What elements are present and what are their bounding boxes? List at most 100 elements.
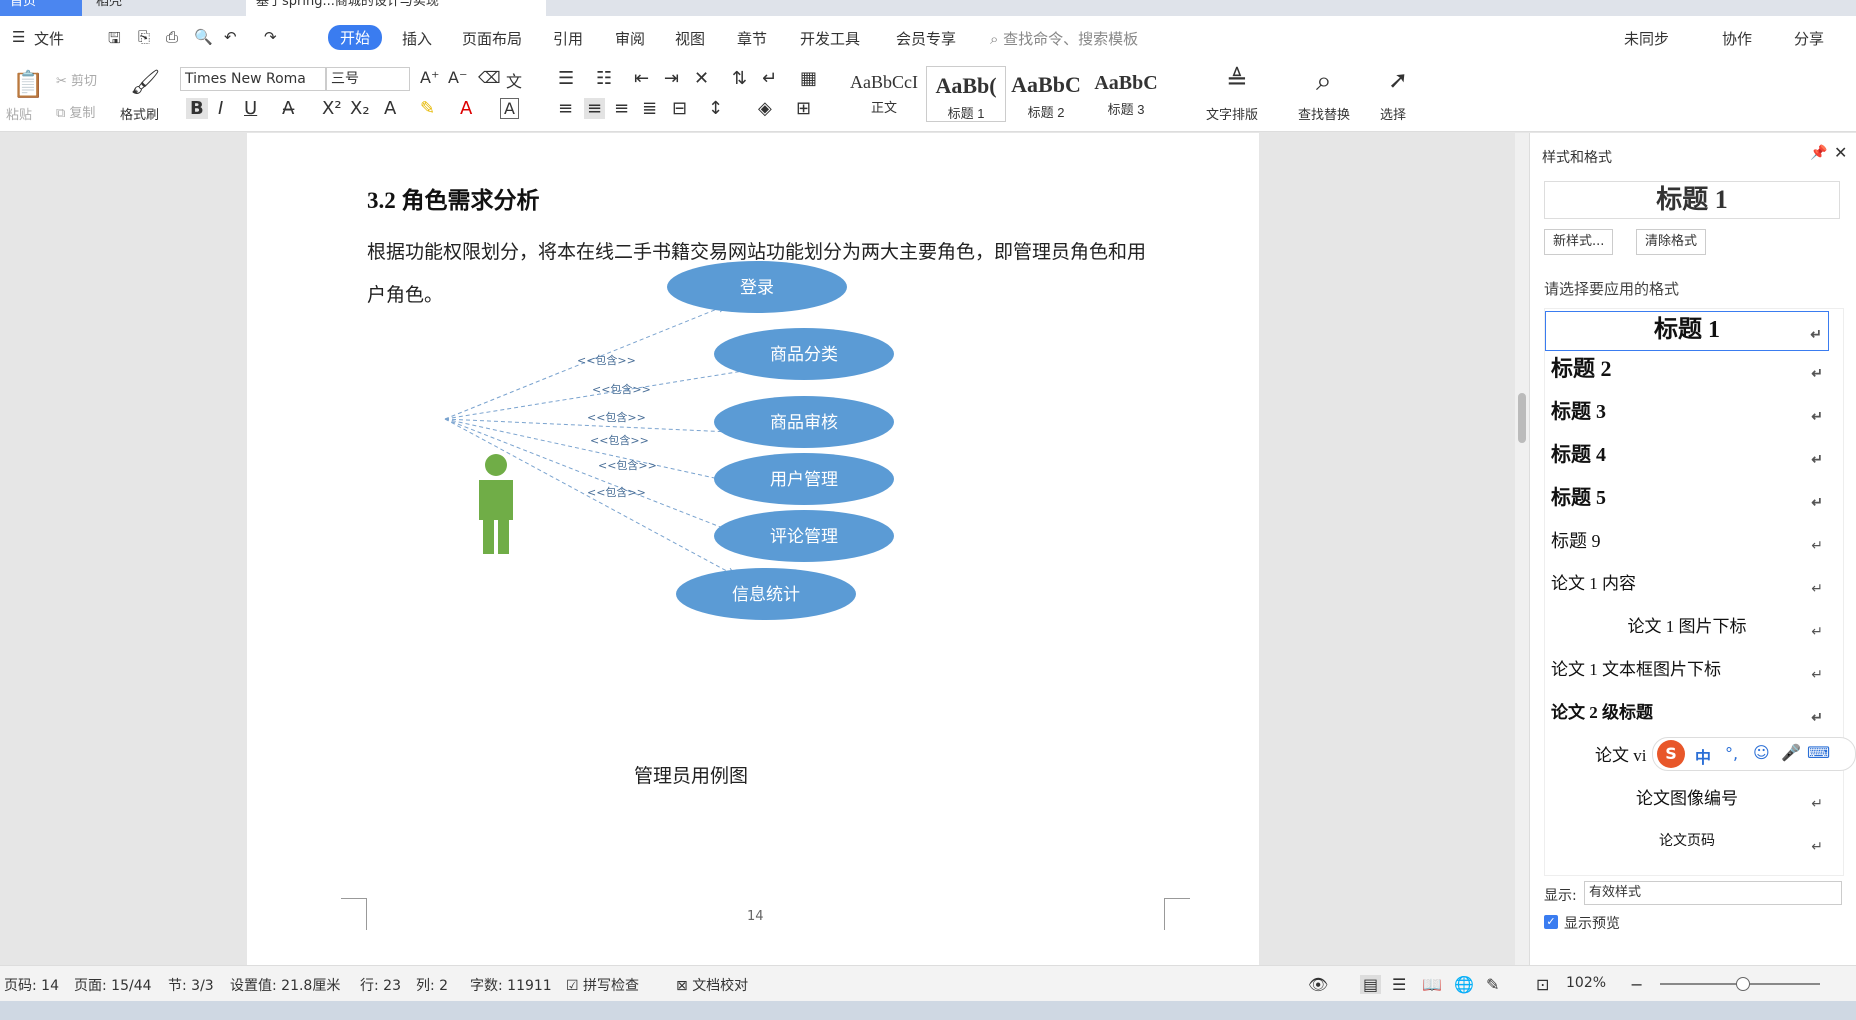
- redo-icon[interactable]: ↷: [264, 28, 277, 46]
- tab-start[interactable]: 开始: [328, 25, 383, 50]
- tab-home[interactable]: 首页: [0, 0, 82, 16]
- bold-button[interactable]: B: [186, 98, 208, 119]
- shading-icon[interactable]: ◈: [758, 98, 772, 119]
- style-list-item[interactable]: 论文 2 级标题 ↵: [1545, 695, 1829, 735]
- justify-icon[interactable]: ≣: [642, 98, 657, 119]
- status-words[interactable]: 字数: 11911: [470, 975, 552, 995]
- highlight-icon[interactable]: ✎: [420, 98, 435, 119]
- page-view-icon[interactable]: ▤: [1360, 975, 1382, 994]
- cut-button[interactable]: ✂ 剪切: [56, 70, 97, 89]
- spellcheck-button[interactable]: ☑ 拼写检查: [566, 975, 639, 995]
- emoji-icon[interactable]: ☺: [1753, 743, 1770, 762]
- phonetic-icon[interactable]: 文: [506, 68, 522, 92]
- style-list-item[interactable]: 论文 1 文本框图片下标 ↵: [1545, 652, 1829, 692]
- font-name-select[interactable]: Times New Roma: [180, 67, 326, 91]
- style-heading1[interactable]: AaBb( 标题 1: [926, 66, 1006, 122]
- line-spacing-icon[interactable]: ↕: [708, 98, 723, 119]
- eye-protect-icon[interactable]: 👁: [1308, 975, 1328, 994]
- style-heading3[interactable]: AaBbC 标题 3: [1086, 66, 1166, 122]
- style-list-item[interactable]: 标题 1 ↵: [1545, 311, 1829, 351]
- share-button[interactable]: 分享: [1794, 28, 1824, 49]
- sync-button[interactable]: 未同步: [1624, 28, 1669, 49]
- zoom-out-icon[interactable]: −: [1630, 975, 1643, 994]
- tab-document[interactable]: 基于spring...商城的设计与实现: [246, 0, 546, 16]
- increase-indent-icon[interactable]: ⇥: [664, 68, 679, 89]
- copy-button[interactable]: ⧉ 复制: [56, 102, 95, 121]
- tab-view[interactable]: 视图: [675, 28, 705, 49]
- style-list-item[interactable]: 论文页码 ↵: [1545, 824, 1829, 864]
- style-list-item[interactable]: 论文 1 图片下标 ↵: [1545, 609, 1829, 649]
- write-view-icon[interactable]: ✎: [1486, 975, 1499, 994]
- ime-toolbar[interactable]: S 中 °, ☺ 🎤 ⌨: [1652, 737, 1856, 771]
- ime-lang-toggle[interactable]: 中: [1695, 744, 1711, 768]
- table-icon[interactable]: ▦: [800, 68, 817, 89]
- scrollbar-thumb[interactable]: [1518, 393, 1526, 443]
- hamburger-icon[interactable]: ☰: [12, 28, 25, 46]
- command-search[interactable]: ⌕ 查找命令、搜索模板: [990, 28, 1138, 49]
- outline-view-icon[interactable]: ☰: [1392, 975, 1406, 994]
- tab-daoke[interactable]: 稻壳: [86, 0, 236, 16]
- align-right-icon[interactable]: ≡: [614, 98, 629, 119]
- zoom-level[interactable]: 102%: [1566, 975, 1606, 991]
- font-color-icon[interactable]: A: [460, 98, 472, 119]
- print-icon[interactable]: ⎙: [166, 28, 178, 46]
- pin-icon[interactable]: 📌: [1810, 145, 1827, 161]
- char-border-icon[interactable]: A: [500, 98, 519, 119]
- style-list-item[interactable]: 标题 2 ↵: [1545, 351, 1829, 391]
- collab-button[interactable]: 协作: [1722, 28, 1752, 49]
- new-style-button[interactable]: 新样式...: [1544, 229, 1614, 255]
- align-left-icon[interactable]: ≡: [558, 98, 573, 119]
- subscript-button[interactable]: X₂: [350, 98, 370, 119]
- find-replace-button[interactable]: 查找替换: [1298, 104, 1350, 123]
- font-grow-icon[interactable]: A⁺: [420, 68, 439, 87]
- tab-review[interactable]: 审阅: [615, 28, 645, 49]
- tab-member[interactable]: 会员专享: [896, 28, 956, 49]
- paste-icon[interactable]: 📋: [12, 70, 44, 100]
- border-icon[interactable]: ⊞: [796, 98, 811, 119]
- document-page[interactable]: 3.2 角色需求分析 根据功能权限划分，将本在线二手书籍交易网站功能划分为两大主…: [247, 133, 1259, 965]
- close-icon[interactable]: ✕: [1834, 143, 1847, 162]
- clear-format-icon[interactable]: ⌫: [478, 68, 501, 87]
- format-painter-button[interactable]: 格式刷: [120, 104, 159, 123]
- format-painter-icon[interactable]: 🖌: [130, 68, 160, 96]
- show-filter-select[interactable]: 有效样式: [1584, 881, 1842, 905]
- web-view-icon[interactable]: 🌐: [1454, 975, 1474, 994]
- vertical-scrollbar[interactable]: [1515, 133, 1529, 965]
- select-cursor-icon[interactable]: ➚: [1388, 66, 1408, 94]
- paste-button[interactable]: 粘贴: [6, 104, 32, 123]
- file-menu[interactable]: 文件: [34, 28, 64, 49]
- select-button[interactable]: 选择: [1380, 104, 1406, 123]
- paragraph-mark-icon[interactable]: ↵: [762, 68, 777, 89]
- tab-page-layout[interactable]: 页面布局: [462, 28, 522, 49]
- numbered-list-icon[interactable]: ☷: [596, 68, 612, 89]
- text-layout-button[interactable]: 文字排版: [1206, 104, 1258, 123]
- keyboard-icon[interactable]: ⌨: [1807, 743, 1830, 762]
- font-size-select[interactable]: 三号: [326, 67, 410, 91]
- style-list-item[interactable]: 标题 4 ↵: [1545, 437, 1829, 477]
- undo-icon[interactable]: ↶: [224, 28, 237, 46]
- export-icon[interactable]: ⎘: [138, 28, 150, 46]
- current-style-select[interactable]: 标题 1: [1544, 181, 1840, 219]
- font-shrink-icon[interactable]: A⁻: [448, 68, 467, 87]
- style-normal[interactable]: AaBbCcI 正文: [844, 66, 924, 122]
- style-list-item[interactable]: 论文图像编号 ↵: [1545, 781, 1829, 821]
- style-list-item[interactable]: 标题 9 ↵: [1545, 523, 1829, 563]
- strikethrough-button[interactable]: A̶: [282, 98, 294, 119]
- clear-format-button[interactable]: 清除格式: [1636, 229, 1707, 255]
- tab-insert[interactable]: 插入: [402, 28, 432, 49]
- tab-chapter[interactable]: 章节: [737, 28, 767, 49]
- superscript-button[interactable]: X²: [322, 98, 342, 119]
- style-heading2[interactable]: AaBbC 标题 2: [1006, 66, 1086, 122]
- reading-view-icon[interactable]: 📖: [1422, 975, 1442, 994]
- chinese-layout-icon[interactable]: ✕: [694, 68, 709, 89]
- italic-button[interactable]: I: [218, 98, 223, 119]
- mic-icon[interactable]: 🎤: [1781, 743, 1801, 762]
- text-effect-icon[interactable]: A: [384, 98, 396, 119]
- zoom-slider-thumb[interactable]: [1736, 977, 1750, 991]
- tab-developer[interactable]: 开发工具: [800, 28, 860, 49]
- sort-icon[interactable]: ⇅: [732, 68, 747, 89]
- underline-button[interactable]: U: [244, 98, 257, 119]
- bullet-list-icon[interactable]: ☰: [558, 68, 574, 89]
- print-preview-icon[interactable]: 🔍: [194, 28, 213, 46]
- style-list-item[interactable]: 论文 1 内容 ↵: [1545, 566, 1829, 606]
